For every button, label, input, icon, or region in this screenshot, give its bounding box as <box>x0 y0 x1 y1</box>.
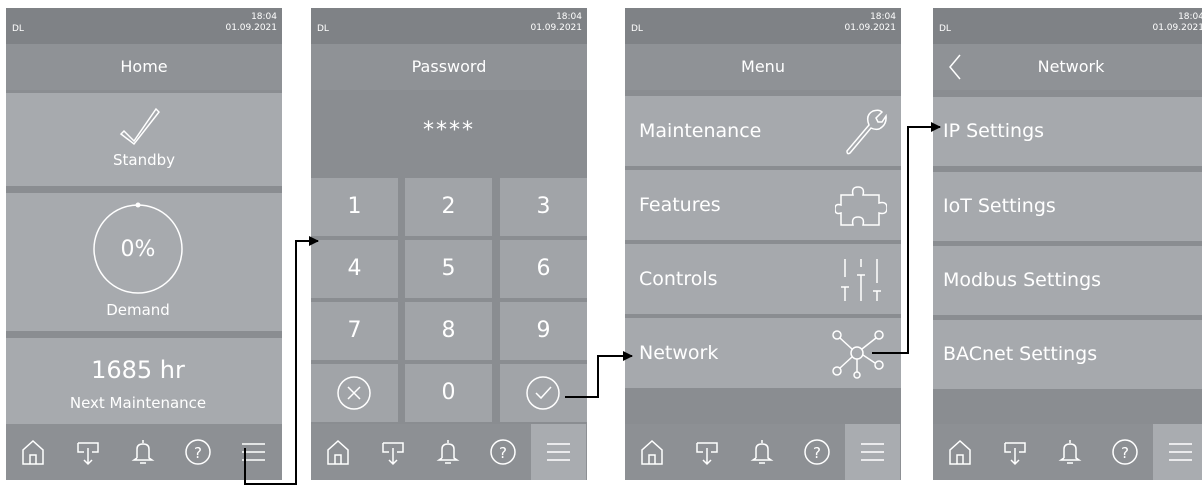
arrow-home-to-password <box>244 236 319 485</box>
flow-connectors <box>244 122 941 485</box>
arrow-password-to-menu <box>565 351 633 398</box>
arrow-menu-to-network <box>872 122 941 354</box>
